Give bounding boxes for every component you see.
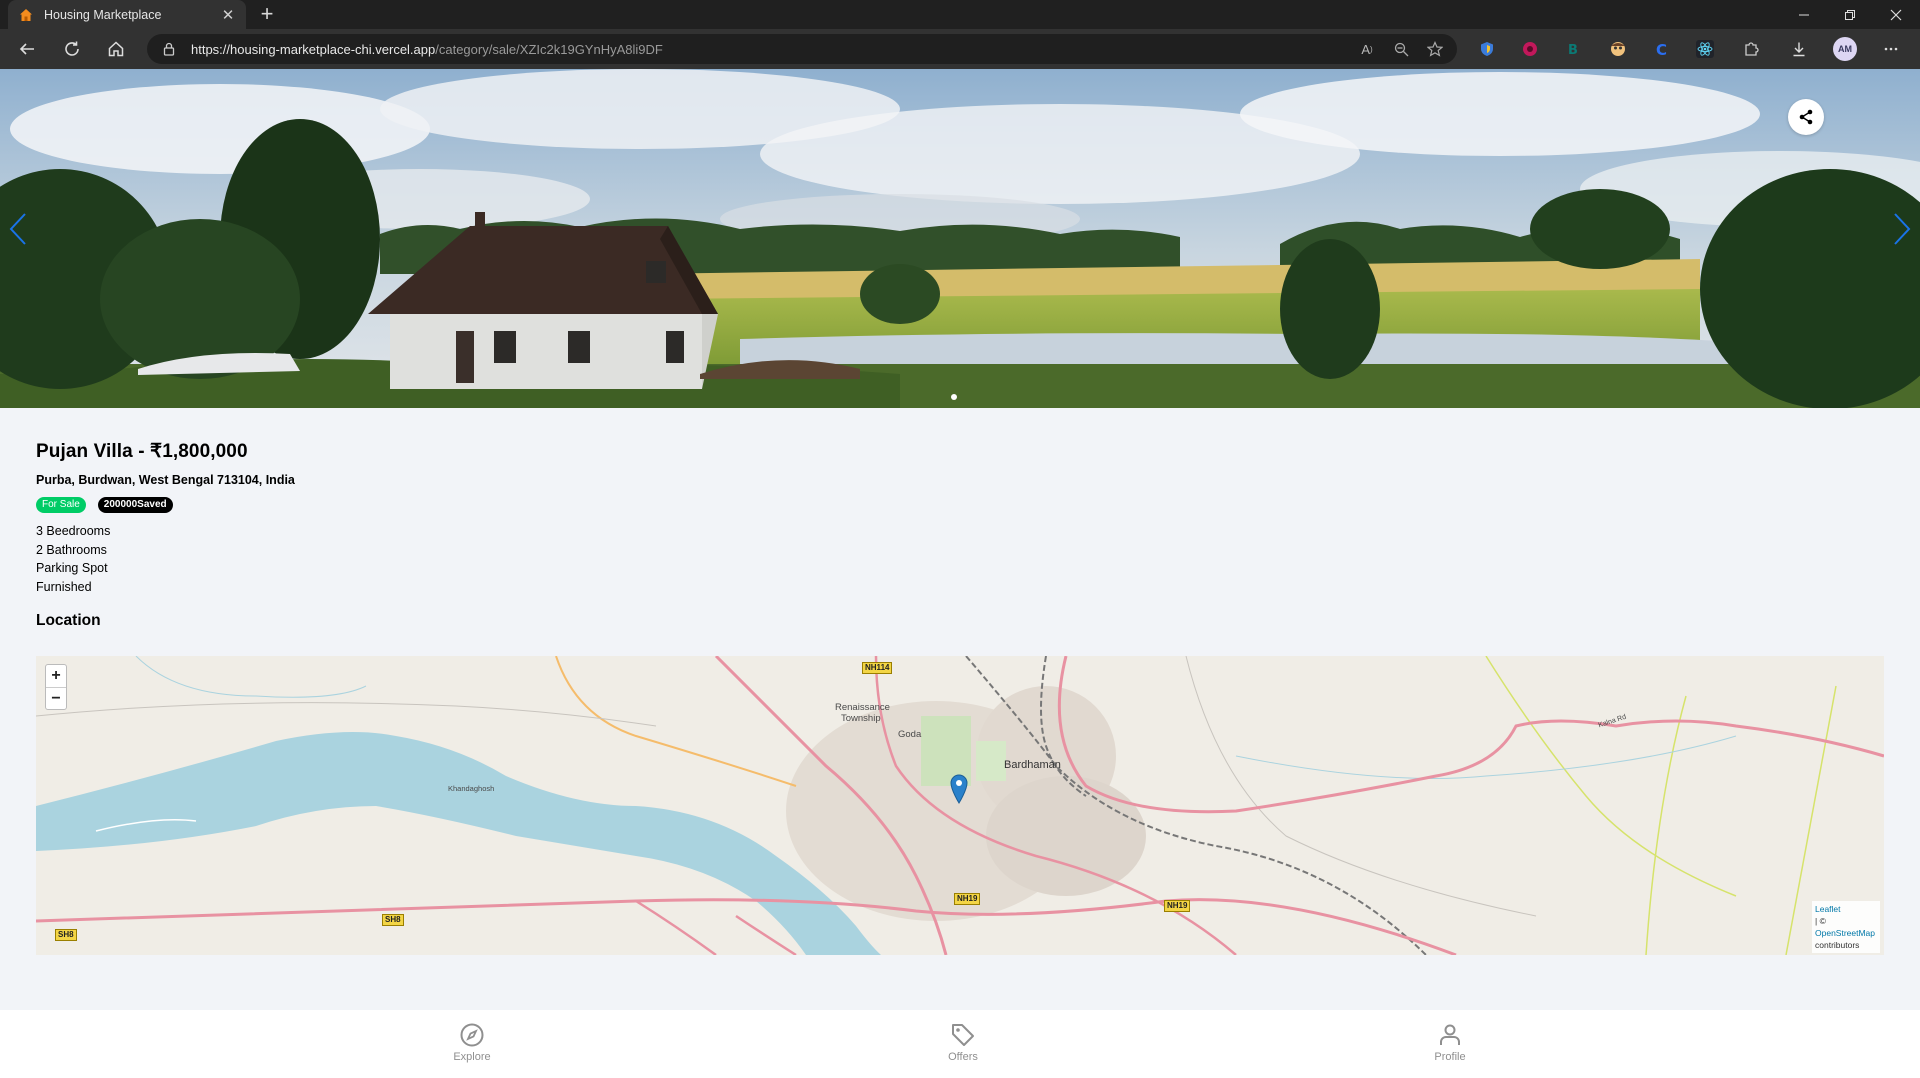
browser-tab-bar: Housing Marketplace ✕ + xyxy=(0,0,1920,29)
back-icon[interactable] xyxy=(12,35,42,63)
react-devtools-icon[interactable] xyxy=(1695,39,1715,59)
map-label-renaissance: Renaissance xyxy=(835,702,890,713)
zoom-out-icon[interactable] xyxy=(1391,39,1411,59)
slider-next-arrow-icon[interactable] xyxy=(1890,209,1914,249)
map-shield-sh8: SH8 xyxy=(382,914,404,926)
lock-icon[interactable] xyxy=(159,39,179,59)
browser-tab[interactable]: Housing Marketplace ✕ xyxy=(8,0,246,29)
house-favicon-icon xyxy=(18,7,34,23)
map-label-khandaghosh: Khandaghosh xyxy=(448,784,495,793)
nav-explore[interactable]: Explore xyxy=(432,1022,512,1063)
map-tiles xyxy=(36,656,1884,955)
nav-explore-label: Explore xyxy=(453,1051,491,1063)
minimize-window-icon[interactable] xyxy=(1781,0,1827,29)
listing-image-slider[interactable] xyxy=(0,69,1920,408)
svg-text:C: C xyxy=(1656,41,1667,57)
map-label-township: Township xyxy=(841,713,881,724)
location-map[interactable]: + − Renaissance Township Goda Bardhaman … xyxy=(36,656,1884,955)
feature-bedrooms: 3 Beedrooms xyxy=(36,524,111,538)
feature-parking: Parking Spot xyxy=(36,561,108,576)
listing-features: 3 Beedrooms 2 Bathrooms Parking Spot Fur… xyxy=(36,522,1876,597)
map-marker-icon[interactable] xyxy=(950,774,968,804)
attribution-contributors: contributors xyxy=(1815,940,1860,950)
nav-offers-label: Offers xyxy=(948,1051,978,1063)
map-label-goda: Goda xyxy=(898,729,922,740)
listing-details: Pujan Villa - ₹1,800,000 Purba, Burdwan,… xyxy=(36,440,1876,630)
tag-icon xyxy=(952,1024,974,1046)
address-bar[interactable]: https://housing-marketplace-chi.vercel.a… xyxy=(147,34,1457,64)
red-extension-icon[interactable] xyxy=(1520,39,1540,59)
nav-profile[interactable]: Profile xyxy=(1410,1022,1490,1063)
tab-title: Housing Marketplace xyxy=(44,7,162,22)
map-label-bardhaman: Bardhaman xyxy=(1004,759,1061,771)
map-zoom-out-button[interactable]: − xyxy=(46,687,66,709)
share-icon xyxy=(1799,109,1813,125)
favorites-star-icon[interactable] xyxy=(1425,39,1445,59)
url-host: https://housing-marketplace-chi.vercel.a… xyxy=(191,41,436,57)
listing-address: Purba, Burdwan, West Bengal 713104, Indi… xyxy=(36,473,295,487)
extensions-puzzle-icon[interactable] xyxy=(1741,39,1761,59)
nav-offers[interactable]: Offers xyxy=(923,1022,1003,1063)
location-heading: Location xyxy=(36,611,101,629)
url-path: /category/sale/XZIc2k19GYnHyA8li9DF xyxy=(435,41,663,57)
c-extension-icon[interactable]: C xyxy=(1652,39,1672,59)
close-window-icon[interactable] xyxy=(1873,0,1919,29)
share-button[interactable] xyxy=(1788,99,1824,135)
discount-saved-badge: 200000Saved xyxy=(97,497,173,513)
refresh-icon[interactable] xyxy=(57,35,87,63)
read-aloud-icon[interactable]: A) xyxy=(1357,39,1377,59)
download-icon[interactable] xyxy=(1789,39,1809,59)
listing-title: Pujan Villa - ₹1,800,000 xyxy=(36,441,248,462)
slider-prev-arrow-icon[interactable] xyxy=(6,209,30,249)
map-shield-nh19: NH19 xyxy=(954,893,981,905)
compass-icon xyxy=(460,1023,484,1047)
profile-avatar[interactable]: AM xyxy=(1833,37,1857,61)
svg-text:B: B xyxy=(1568,43,1578,57)
listing-photo xyxy=(0,69,1920,408)
for-sale-badge: For Sale xyxy=(36,497,86,513)
browser-toolbar: https://housing-marketplace-chi.vercel.a… xyxy=(0,29,1920,69)
shield-extension-icon[interactable] xyxy=(1477,39,1497,59)
feature-furnished: Furnished xyxy=(36,580,92,595)
bottom-navbar: Explore Offers Profile xyxy=(0,1010,1920,1078)
more-menu-icon[interactable] xyxy=(1881,39,1901,59)
face-extension-icon[interactable] xyxy=(1608,39,1628,59)
leaflet-link[interactable]: Leaflet xyxy=(1815,904,1841,914)
new-tab-button[interactable]: + xyxy=(254,2,280,28)
feature-bathrooms: 2 Bathrooms xyxy=(36,542,107,557)
teal-extension-icon[interactable]: B xyxy=(1563,39,1583,59)
home-icon[interactable] xyxy=(101,35,131,63)
person-icon xyxy=(1440,1024,1460,1045)
attribution-separator: | © xyxy=(1815,916,1826,926)
map-shield-nh19: NH19 xyxy=(1164,900,1191,912)
openstreetmap-link[interactable]: OpenStreetMap xyxy=(1815,928,1875,938)
nav-profile-label: Profile xyxy=(1434,1051,1466,1063)
restore-window-icon[interactable] xyxy=(1827,0,1873,29)
close-tab-icon[interactable]: ✕ xyxy=(220,6,236,24)
map-zoom-in-button[interactable]: + xyxy=(46,665,66,687)
slider-pagination-dot[interactable] xyxy=(951,394,957,400)
map-shield-nh114: NH114 xyxy=(862,662,893,674)
map-attribution: Leaflet | © OpenStreetMap contributors xyxy=(1812,901,1880,953)
listing-badges: For Sale 200000Saved xyxy=(36,497,1876,513)
map-shield-sh8: SH8 xyxy=(55,929,77,941)
map-zoom-control: + − xyxy=(45,664,67,710)
